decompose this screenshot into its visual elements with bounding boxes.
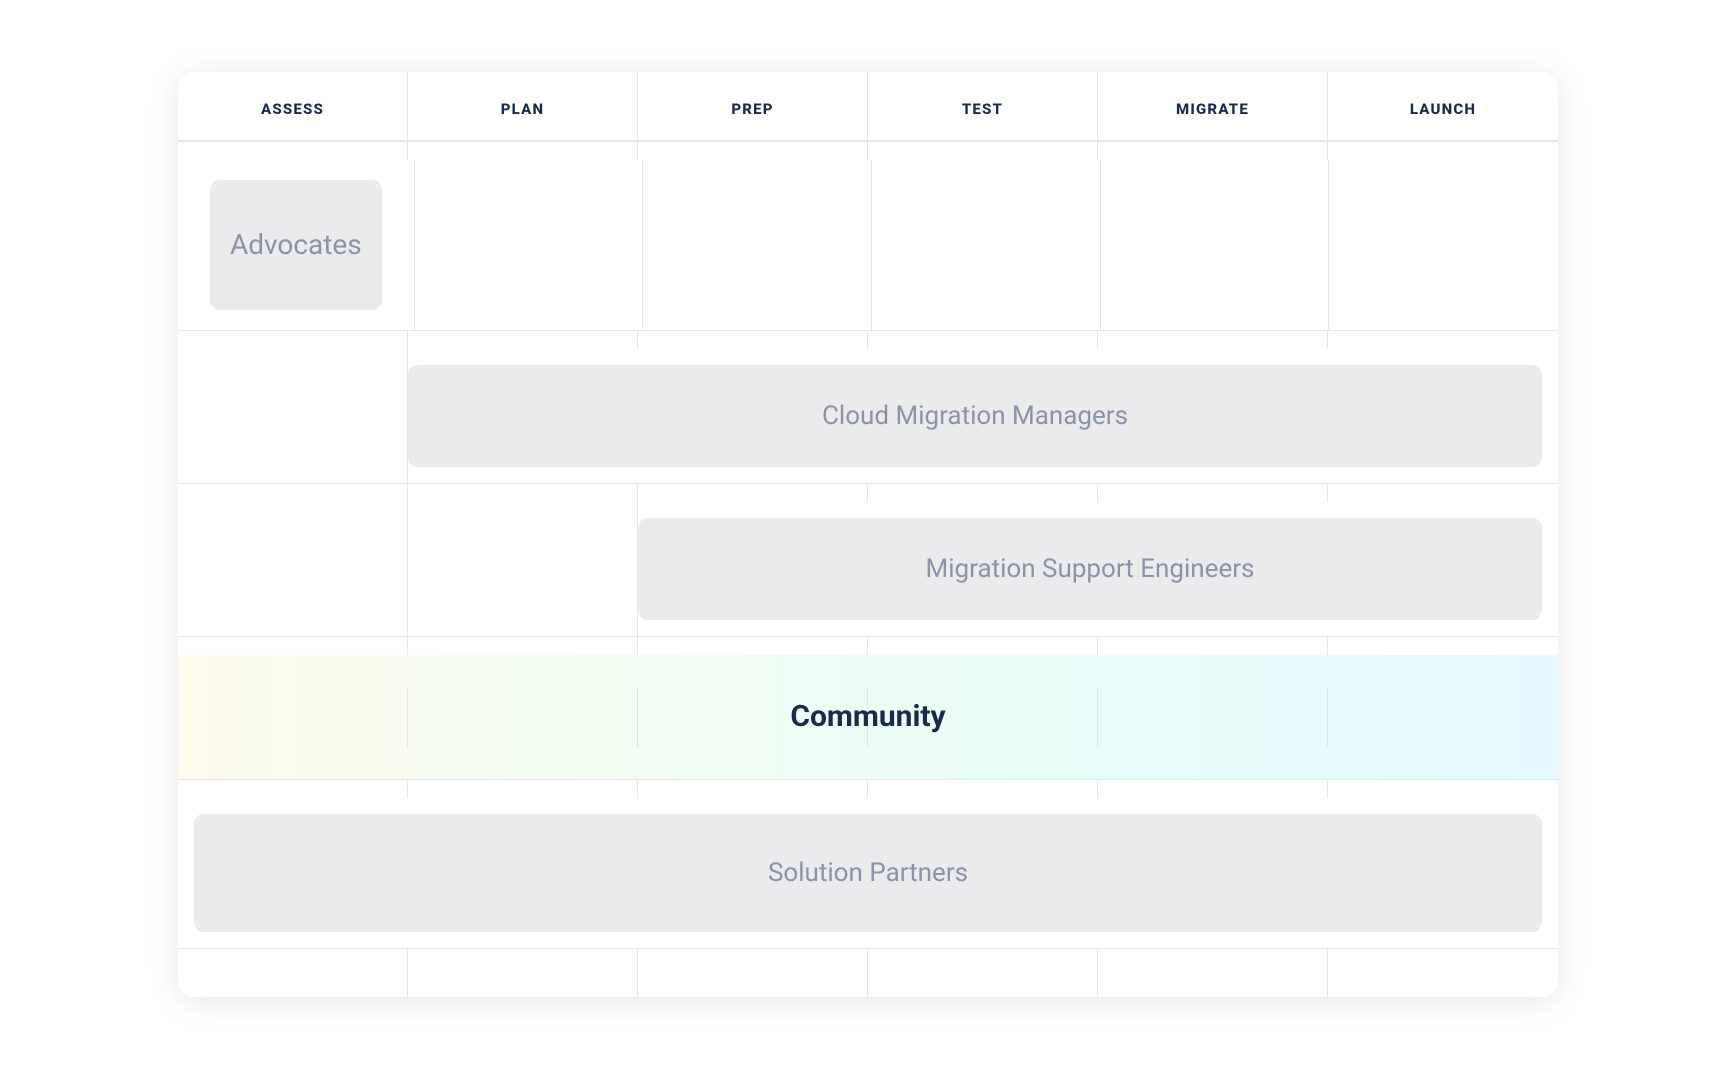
community-row: Community [178, 655, 1558, 780]
sep-cell [408, 484, 638, 502]
sep-cell [638, 142, 868, 160]
advocates-cell: Advocates [178, 160, 415, 330]
advocates-empty-cols [415, 160, 1558, 330]
sep-cell [178, 142, 408, 160]
bottom-cell [408, 949, 638, 997]
bottom-cell [638, 949, 868, 997]
sep-cell [1328, 637, 1558, 655]
advocates-row: Advocates [178, 160, 1558, 331]
migration-row: Migration Support Engineers [178, 502, 1558, 637]
header-prep: PREP [638, 72, 868, 141]
bottom-row [178, 949, 1558, 997]
empty-col [872, 160, 1101, 330]
sep-cell [638, 780, 868, 798]
solution-block: Solution Partners [194, 814, 1542, 932]
sep-cell [1098, 484, 1328, 502]
empty-col [1329, 160, 1558, 330]
sep-cell [1098, 780, 1328, 798]
bottom-cell [1328, 949, 1558, 997]
bottom-cell [868, 949, 1098, 997]
migration-block: Migration Support Engineers [638, 518, 1542, 620]
empty-col [1101, 160, 1330, 330]
sep-cell [1328, 780, 1558, 798]
sep-cell [868, 142, 1098, 160]
community-inner: Community [178, 655, 1558, 779]
mid-sep-4 [178, 780, 1558, 798]
migration-label: Migration Support Engineers [926, 554, 1255, 584]
empty-col [178, 502, 408, 636]
advocates-block: Advocates [210, 180, 382, 310]
sep-cell [178, 780, 408, 798]
top-sep [178, 142, 1558, 160]
sep-cell [638, 637, 868, 655]
sep-cell [1098, 142, 1328, 160]
bottom-cell [1098, 949, 1328, 997]
sep-cell [178, 637, 408, 655]
mid-sep-2 [178, 484, 1558, 502]
mid-sep-3 [178, 637, 1558, 655]
header-migrate: MIGRATE [1098, 72, 1328, 141]
sep-cell [408, 331, 638, 349]
sep-cell [638, 484, 868, 502]
sep-cell [178, 484, 408, 502]
sep-cell [868, 484, 1098, 502]
solution-row: Solution Partners [178, 798, 1558, 949]
sep-cell [408, 780, 638, 798]
main-card: ASSESS PLAN PREP TEST MIGRATE LAUNCH Adv… [178, 72, 1558, 997]
sep-cell [1098, 331, 1328, 349]
advocates-label: Advocates [230, 228, 362, 261]
solution-label: Solution Partners [768, 858, 968, 888]
community-label: Community [790, 699, 945, 734]
header-test: TEST [868, 72, 1098, 141]
header-row: ASSESS PLAN PREP TEST MIGRATE LAUNCH [178, 72, 1558, 142]
sep-cell [1328, 142, 1558, 160]
header-assess: ASSESS [178, 72, 408, 141]
header-plan: PLAN [408, 72, 638, 141]
grid: ASSESS PLAN PREP TEST MIGRATE LAUNCH Adv… [178, 72, 1558, 997]
sep-cell [1328, 484, 1558, 502]
empty-col [408, 502, 638, 636]
sep-cell [1328, 331, 1558, 349]
cloud-label: Cloud Migration Managers [822, 401, 1128, 431]
sep-cell [868, 780, 1098, 798]
empty-col [415, 160, 644, 330]
sep-cell [1098, 637, 1328, 655]
empty-col [643, 160, 872, 330]
sep-cell [638, 331, 868, 349]
bottom-cell [178, 949, 408, 997]
mid-sep-1 [178, 331, 1558, 349]
cloud-block: Cloud Migration Managers [408, 365, 1542, 467]
migration-empty-cols [178, 502, 638, 636]
sep-cell [868, 637, 1098, 655]
header-launch: LAUNCH [1328, 72, 1558, 141]
sep-cell [868, 331, 1098, 349]
sep-cell [178, 331, 408, 349]
cloud-empty-col1 [178, 349, 408, 483]
sep-cell [408, 142, 638, 160]
cloud-row: Cloud Migration Managers [178, 349, 1558, 484]
community-text-cell: Community [178, 655, 1558, 779]
sep-cell [408, 637, 638, 655]
